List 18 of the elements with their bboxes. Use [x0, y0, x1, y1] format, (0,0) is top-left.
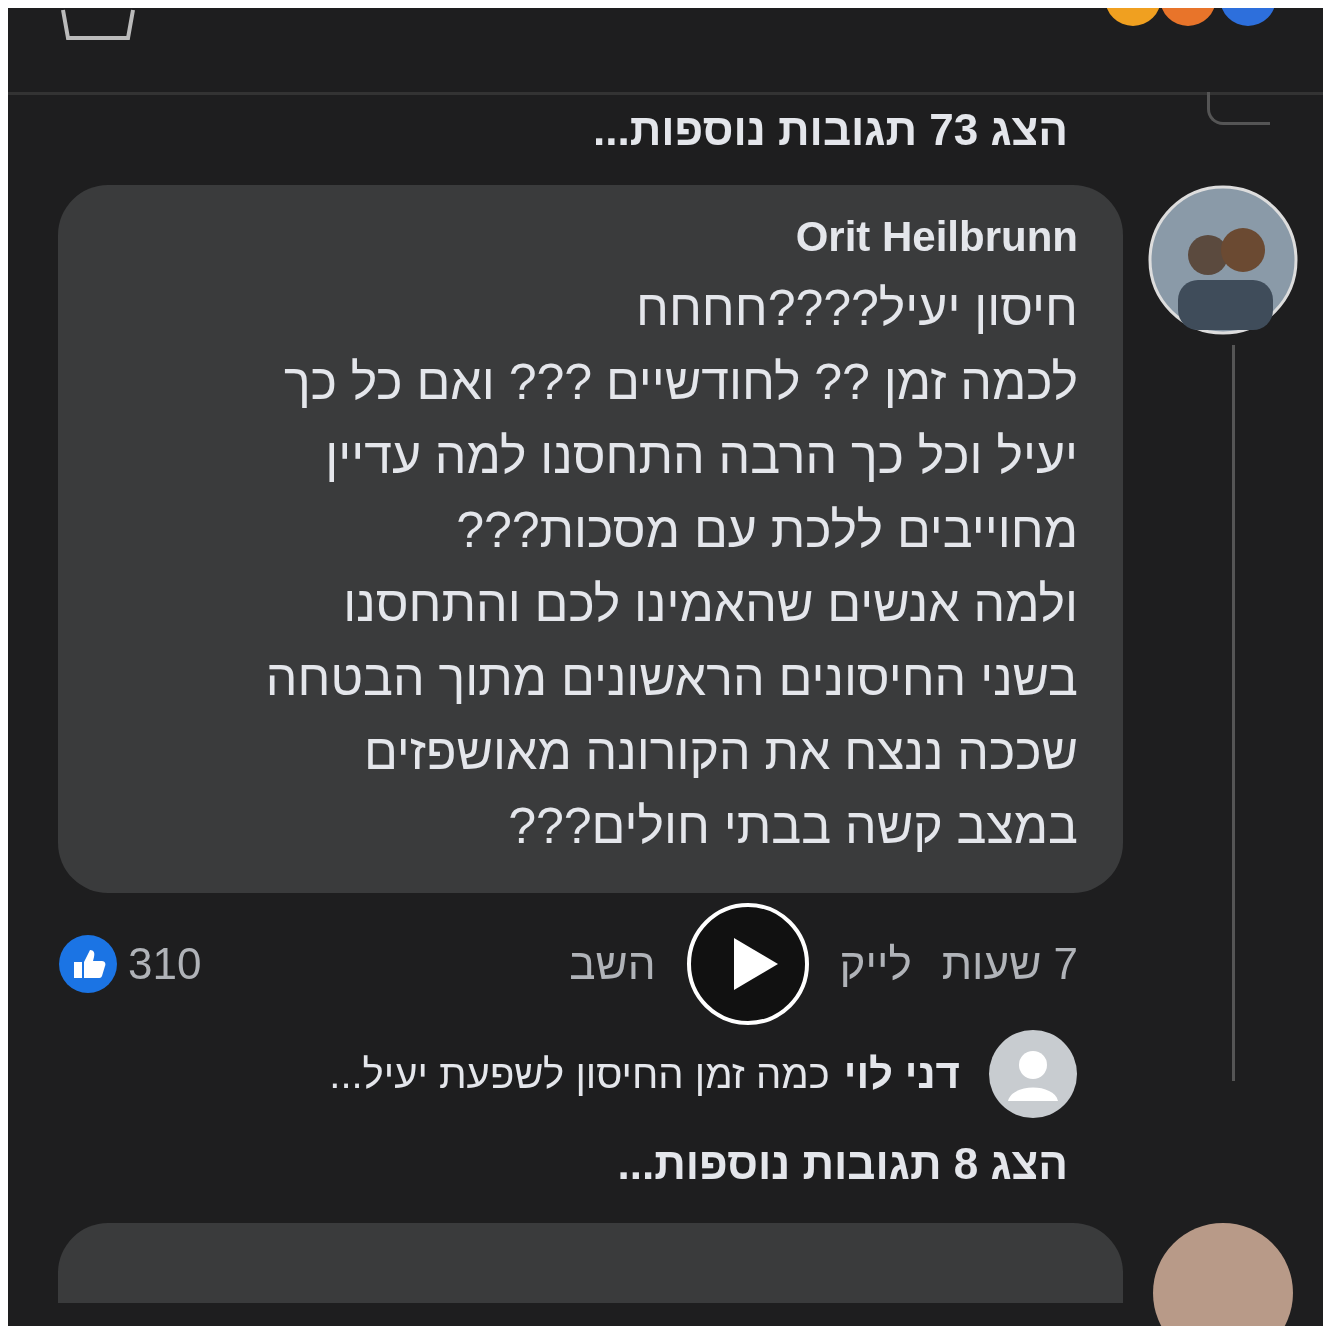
reply-author[interactable]: דני לוי — [843, 1050, 960, 1098]
author-name[interactable]: Orit Heilbrunn — [98, 213, 1078, 261]
comment-text: חיסון יעיל????חחחח לכמה זמן ?? לחודשיים ??? ואם כל כך יעיל וכל כך הרבה התחסנו למה עדיין מחוייבים ללכת עם מסכות??? ולמה אנשים שהאמינו לכם והתחסנו בשני החיסונים הראשונים מתוך הבטחה שככה ננצח את הקורונה מאושפזים במצב קשה בבתי חולים??? — [264, 279, 1078, 856]
reaction-icon — [1105, 8, 1161, 26]
reply-preview-text[interactable]: כמה זמן החיסון לשפעת יעיל... — [329, 1051, 830, 1097]
reaction-icon — [1160, 8, 1216, 26]
avatar-photo-placeholder[interactable] — [1148, 185, 1298, 335]
more-replies-link[interactable]: הצג 73 תגובות נוספות... — [58, 95, 1123, 177]
avatar-icon[interactable] — [988, 1029, 1078, 1119]
more-replies-link[interactable]: הצג 8 תגובות נוספות... — [58, 1129, 1123, 1211]
action-link[interactable]: השב — [569, 939, 656, 989]
thread-line — [1206, 92, 1270, 125]
action-link[interactable]: לייק — [839, 939, 912, 989]
thumbs-up-icon — [58, 934, 118, 994]
like-count[interactable]: 310 — [128, 939, 202, 989]
timestamp[interactable]: 7 שעות — [941, 939, 1078, 989]
play-icon[interactable] — [685, 902, 810, 1026]
reaction-icon — [1220, 8, 1276, 26]
